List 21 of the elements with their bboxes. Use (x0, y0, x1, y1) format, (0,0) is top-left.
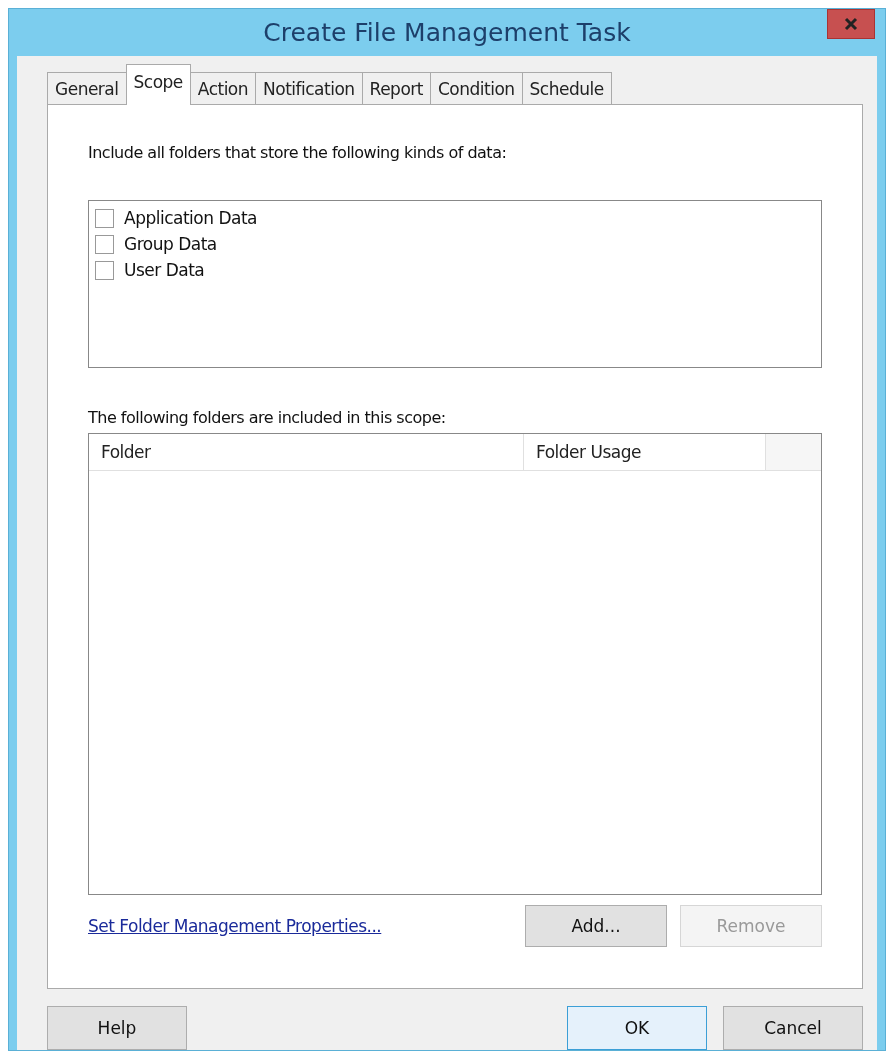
close-button[interactable] (827, 9, 875, 39)
checkbox-label: User Data (124, 260, 205, 280)
tab[interactable]: Schedule (521, 72, 612, 105)
column-header[interactable]: Folder (89, 434, 524, 470)
checkbox[interactable] (95, 234, 114, 254)
section-label: The following folders are included in this scope: (88, 408, 447, 427)
close-icon (844, 17, 858, 31)
properties-link[interactable]: Set Folder Management Properties... (88, 916, 382, 936)
checkbox-label: Group Data (124, 234, 217, 254)
tab[interactable]: Scope (125, 64, 191, 105)
dialog-button[interactable]: OK (567, 1006, 707, 1050)
checkbox-label: Application Data (124, 208, 257, 228)
action-button[interactable]: Add... (525, 905, 667, 947)
tab[interactable]: General (47, 72, 127, 105)
section-label: Include all folders that store the following kinds of data: (88, 143, 508, 162)
column-header (766, 434, 821, 470)
checkbox[interactable] (95, 208, 114, 228)
dialog-button[interactable]: Cancel (723, 1006, 863, 1050)
dialog-button[interactable]: Help (47, 1006, 187, 1050)
checkbox[interactable] (95, 260, 114, 280)
window-title: Create File Management Task (263, 18, 631, 47)
